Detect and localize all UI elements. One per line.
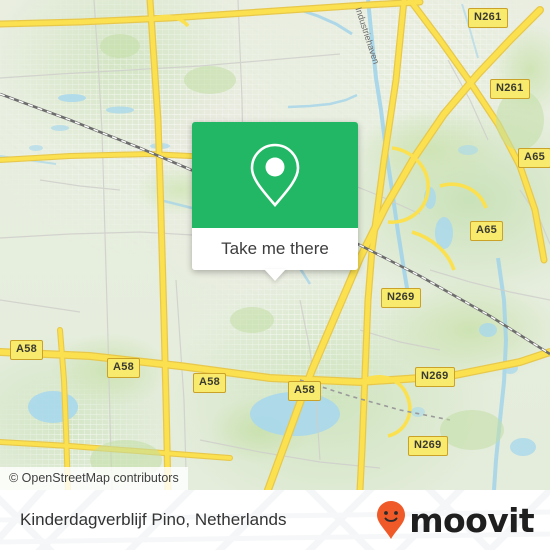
callout-pointer [264,269,286,281]
callout-header [192,122,358,228]
road-shield: N261 [490,79,530,99]
callout-footer[interactable]: Take me there [192,228,358,281]
road-shield: A58 [107,358,141,378]
map-canvas[interactable]: N261 N261 A65 A65 N269 N269 N269 A58 A58… [0,0,550,490]
osm-attribution[interactable]: © OpenStreetMap contributors [0,467,188,490]
road-shield: A58 [193,373,227,393]
road-shield: A65 [470,221,504,241]
road-shield: A58 [288,381,322,401]
footer-bar: Kinderdagverblijf Pino, Netherlands moov… [0,490,550,550]
road-shield: N269 [408,436,448,456]
moovit-logo[interactable]: moovit [376,500,535,540]
road-shield: N261 [468,8,508,28]
road-shield: A65 [518,148,550,168]
road-shield: N269 [381,288,421,308]
place-title: Kinderdagverblijf Pino, Netherlands [20,510,287,529]
moovit-smiley-pin-icon [377,501,406,539]
take-me-there-label: Take me there [221,239,329,258]
map-pin-icon [250,143,300,207]
map-screenshot: N261 N261 A65 A65 N269 N269 N269 A58 A58… [0,0,550,550]
road-shield: N269 [415,367,455,387]
location-callout[interactable]: Take me there [192,122,358,281]
road-shield: A58 [10,340,44,360]
moovit-wordmark: moovit [409,500,534,540]
